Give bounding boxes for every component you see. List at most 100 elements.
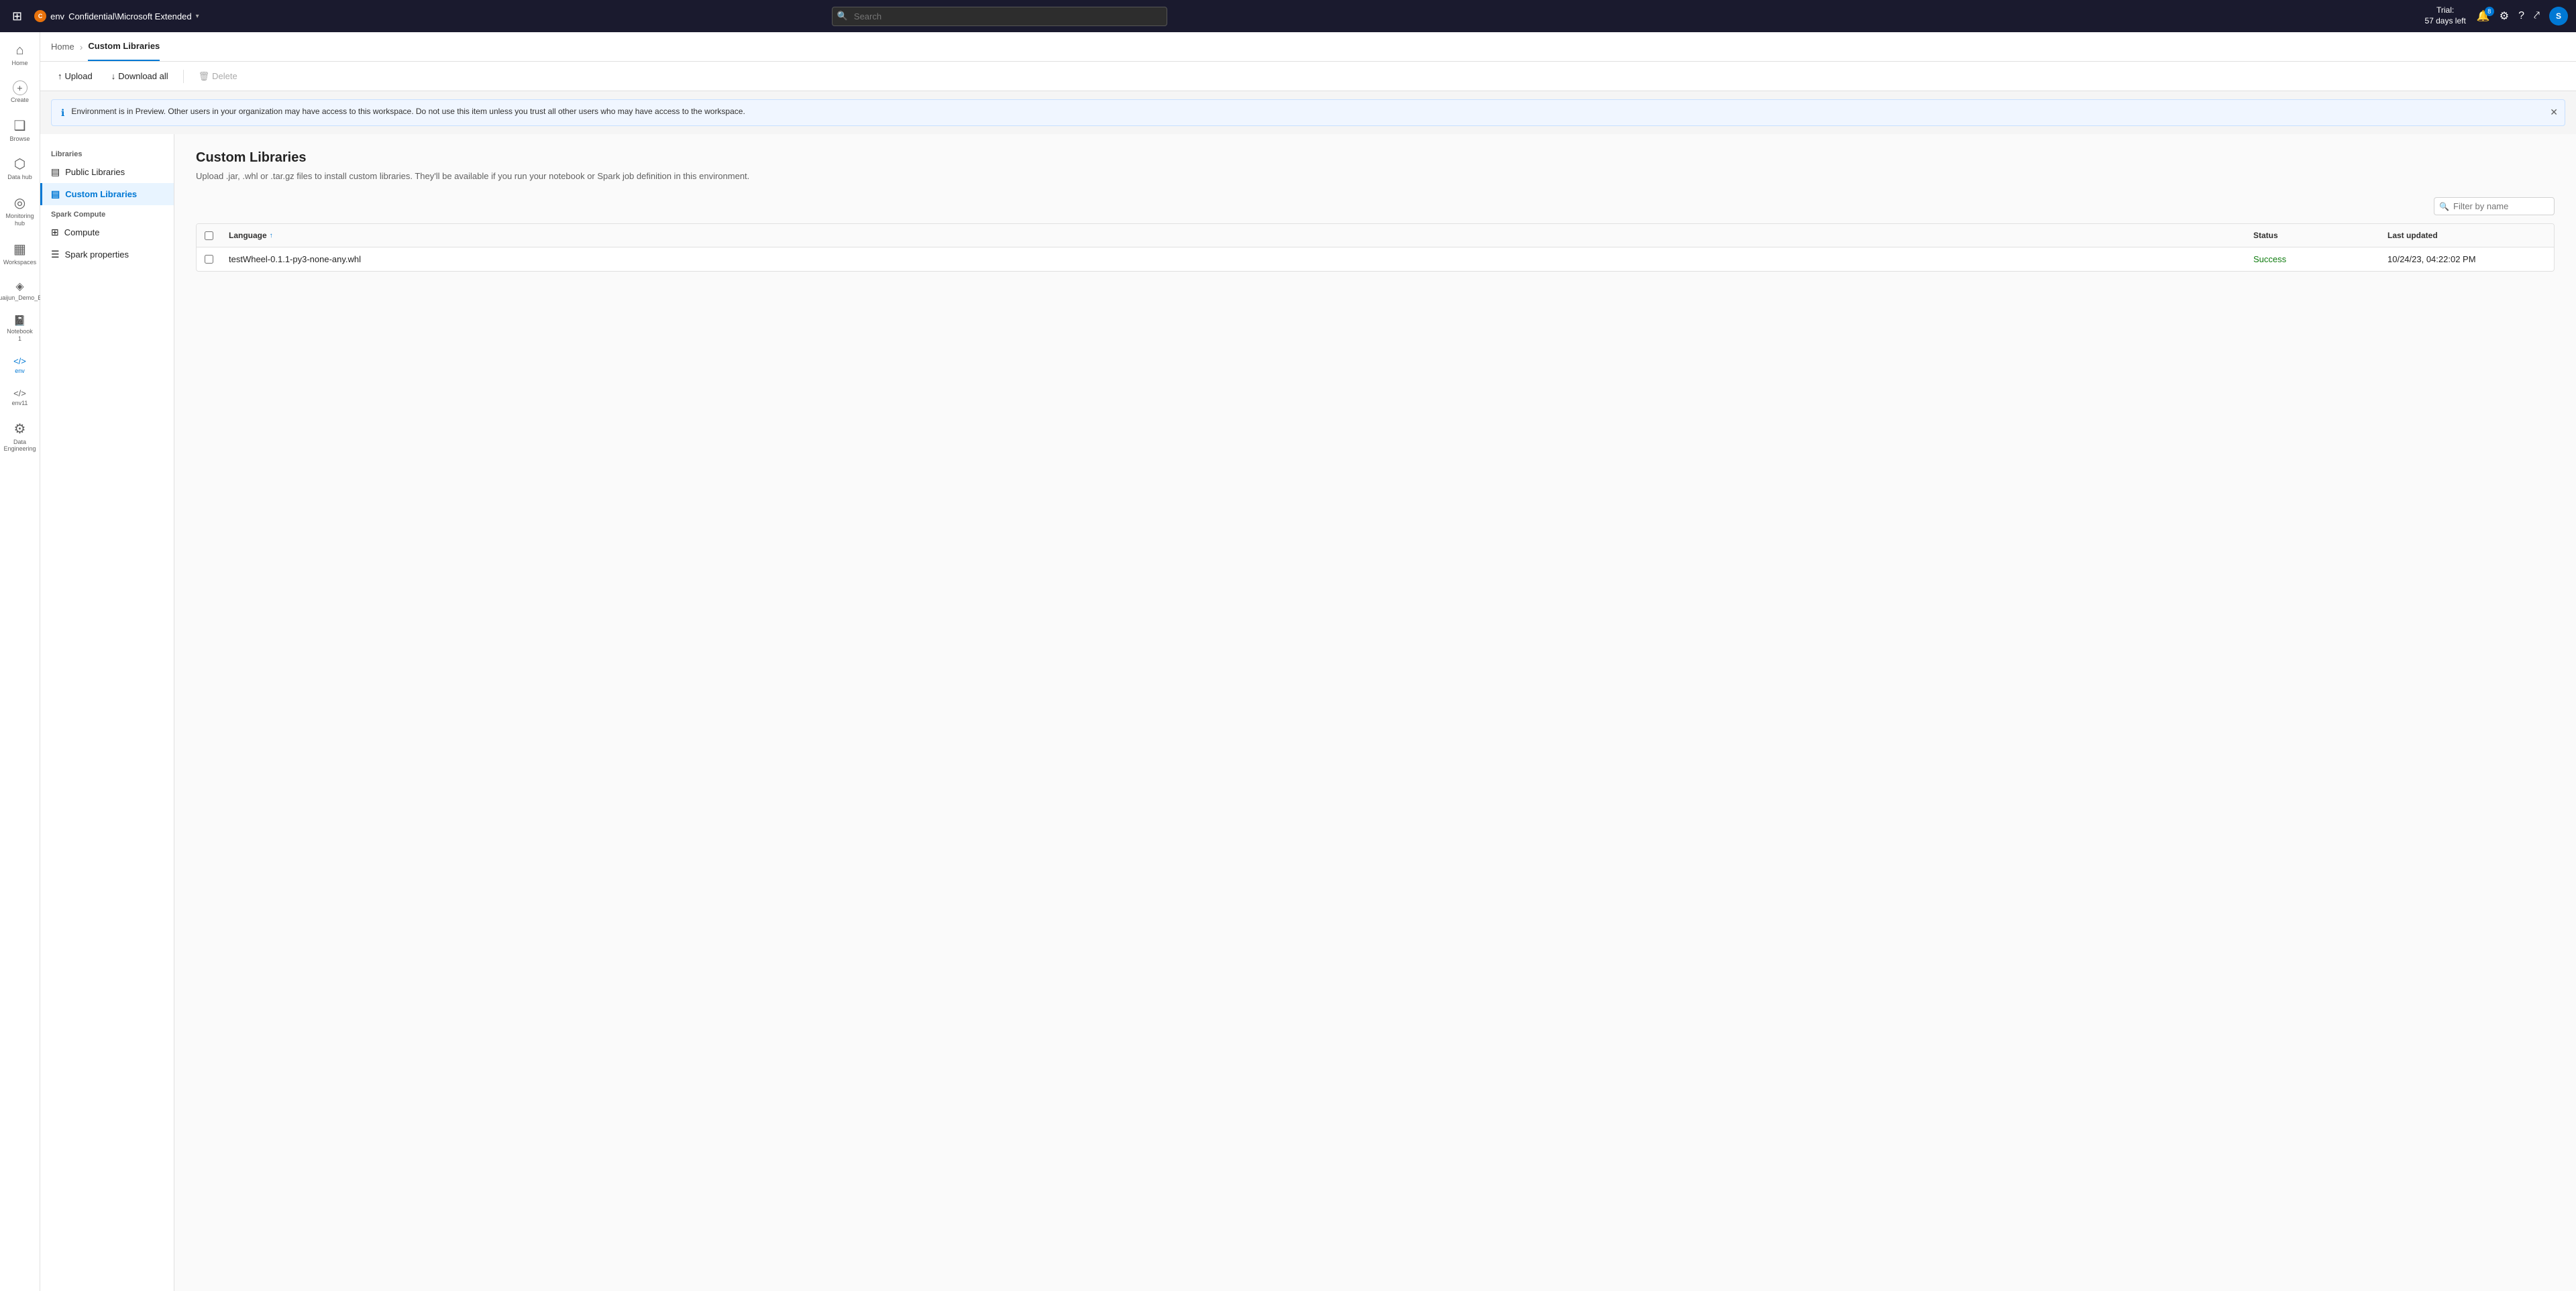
table-header: Language ↑ Status Last updated	[197, 224, 2554, 247]
nav-item-create[interactable]: + Create	[3, 75, 38, 109]
public-libraries-icon: ▤	[51, 166, 60, 178]
nav-workspaces-label: Workspaces	[3, 259, 36, 266]
content-area: Libraries ▤ Public Libraries ▤ Custom Li…	[40, 134, 2576, 1291]
download-all-button[interactable]: ↓ Download all	[105, 68, 175, 85]
browse-icon: ❑	[14, 117, 26, 134]
table-header-checkbox	[197, 224, 221, 247]
sidebar: Libraries ▤ Public Libraries ▤ Custom Li…	[40, 134, 174, 1291]
main-panel: Custom Libraries Upload .jar, .whl or .t…	[174, 134, 2576, 1291]
trial-info: Trial: 57 days left	[2424, 5, 2465, 26]
env-selector[interactable]: C env Confidential\Microsoft Extended ▾	[34, 10, 199, 22]
status-badge: Success	[2253, 254, 2286, 264]
nav-create-label: Create	[11, 97, 29, 104]
row-last-updated-cell: 10/24/23, 04:22:02 PM	[2379, 247, 2554, 271]
nav-home-label: Home	[11, 60, 28, 67]
avatar[interactable]: S	[2549, 7, 2568, 25]
topbar-icons: 🔔 8 ⚙ ? ⤤ S	[2477, 7, 2568, 25]
toolbar: ↑ Upload ↓ Download all 🗑 Delete	[40, 62, 2576, 91]
workspaces-icon: ▦	[13, 241, 26, 258]
nav-notebook1-label: Notebook 1	[7, 328, 34, 343]
sidebar-item-compute[interactable]: ⊞ Compute	[40, 221, 174, 243]
shuaijun-icon: ◈	[15, 280, 23, 293]
waffle-icon[interactable]: ⊞	[8, 5, 26, 27]
left-nav: ⌂ Home + Create ❑ Browse ⬡ Data hub ◎ Mo…	[0, 32, 40, 1291]
sidebar-item-public-libraries[interactable]: ▤ Public Libraries	[40, 161, 174, 183]
libraries-section-title: Libraries	[40, 145, 174, 161]
breadcrumb-home[interactable]: Home	[51, 42, 74, 52]
nav-dataeng-label: Data Engineering	[3, 439, 36, 453]
sidebar-custom-libraries-label: Custom Libraries	[65, 189, 137, 199]
topbar-right: Trial: 57 days left 🔔 8 ⚙ ? ⤤ S	[2424, 5, 2568, 26]
breadcrumb-separator: ›	[80, 42, 83, 52]
sidebar-item-custom-libraries[interactable]: ▤ Custom Libraries	[40, 183, 174, 205]
nav-item-dataeng[interactable]: ⚙ Data Engineering	[3, 415, 38, 459]
nav-item-browse[interactable]: ❑ Browse	[3, 112, 38, 148]
filter-bar: 🔍	[196, 197, 2555, 215]
nav-item-shuaijun[interactable]: ◈ Shuaijun_Demo_Env	[3, 274, 38, 307]
sidebar-compute-label: Compute	[64, 227, 100, 237]
nav-item-env11[interactable]: </> env11	[3, 383, 38, 412]
topbar: ⊞ C env Confidential\Microsoft Extended …	[0, 0, 2576, 32]
banner-message: Environment is in Preview. Other users i…	[71, 107, 745, 116]
notification-icon[interactable]: 🔔 8	[2477, 9, 2490, 23]
delete-icon: 🗑	[199, 71, 210, 82]
row-name-cell: testWheel-0.1.1-py3-none-any.whl	[221, 247, 2245, 271]
product-name: Confidential\Microsoft Extended	[68, 11, 192, 21]
upload-label: Upload	[65, 71, 93, 81]
last-updated-column-label: Last updated	[2387, 231, 2438, 240]
sort-icon: ↑	[270, 232, 273, 239]
env-chevron-icon: ▾	[196, 13, 199, 20]
env11-nav-icon: </>	[13, 388, 26, 398]
nav-item-datahub[interactable]: ⬡ Data hub	[3, 150, 38, 186]
breadcrumb-custom-libraries[interactable]: Custom Libraries	[88, 32, 160, 61]
delete-button[interactable]: 🗑 Delete	[192, 68, 244, 85]
download-icon: ↓	[111, 71, 116, 81]
last-updated-value: 10/24/23, 04:22:02 PM	[2387, 254, 2476, 264]
nav-item-monitoring[interactable]: ◎ Monitoring hub	[3, 189, 38, 233]
env-label: env	[50, 11, 64, 21]
settings-icon[interactable]: ⚙	[2500, 9, 2509, 23]
nav-env-label: env	[15, 368, 25, 375]
library-name: testWheel-0.1.1-py3-none-any.whl	[229, 254, 361, 264]
nav-datahub-label: Data hub	[7, 174, 32, 181]
filter-input[interactable]	[2434, 197, 2555, 215]
sidebar-public-libraries-label: Public Libraries	[65, 167, 125, 177]
app-body: ⌂ Home + Create ❑ Browse ⬡ Data hub ◎ Mo…	[0, 32, 2576, 1291]
share-icon[interactable]: ⤤	[2534, 10, 2540, 22]
nav-monitoring-label: Monitoring hub	[5, 213, 34, 227]
row-status-cell: Success	[2245, 247, 2379, 271]
nav-env11-label: env11	[12, 400, 28, 407]
nav-item-env[interactable]: </> env	[3, 351, 38, 380]
table-header-status: Status	[2245, 224, 2379, 247]
search-input[interactable]	[832, 7, 1167, 26]
home-icon: ⌂	[15, 43, 23, 58]
sidebar-item-spark-properties[interactable]: ☰ Spark properties	[40, 243, 174, 266]
search-bar: 🔍	[832, 7, 1167, 26]
nav-item-workspaces[interactable]: ▦ Workspaces	[3, 235, 38, 272]
banner-close-button[interactable]: ✕	[2550, 107, 2558, 118]
notebook1-icon: 📓	[13, 315, 26, 327]
table-header-language[interactable]: Language ↑	[221, 224, 2245, 247]
compute-icon: ⊞	[51, 227, 59, 238]
nav-item-home[interactable]: ⌂ Home	[3, 38, 38, 72]
spark-properties-icon: ☰	[51, 249, 60, 260]
notification-badge: 8	[2485, 7, 2494, 16]
page-subtitle: Upload .jar, .whl or .tar.gz files to in…	[196, 171, 2555, 181]
nav-item-notebook1[interactable]: 📓 Notebook 1	[3, 309, 38, 348]
table-row: testWheel-0.1.1-py3-none-any.whl Success…	[197, 247, 2554, 271]
row-checkbox[interactable]	[205, 255, 213, 264]
upload-button[interactable]: ↑ Upload	[51, 68, 99, 85]
select-all-checkbox[interactable]	[205, 231, 213, 240]
language-column-label: Language	[229, 231, 267, 240]
main-content: Home › Custom Libraries ↑ Upload ↓ Downl…	[40, 32, 2576, 1291]
datahub-icon: ⬡	[14, 156, 25, 172]
spark-compute-section-title: Spark Compute	[40, 205, 174, 221]
status-column-label: Status	[2253, 231, 2278, 240]
row-checkbox-cell	[197, 247, 221, 271]
download-all-label: Download all	[118, 71, 168, 81]
page-title: Custom Libraries	[196, 150, 2555, 166]
search-icon: 🔍	[837, 11, 848, 21]
help-icon[interactable]: ?	[2518, 10, 2524, 22]
info-banner: ℹ Environment is in Preview. Other users…	[51, 99, 2565, 126]
table-header-last-updated: Last updated	[2379, 224, 2554, 247]
